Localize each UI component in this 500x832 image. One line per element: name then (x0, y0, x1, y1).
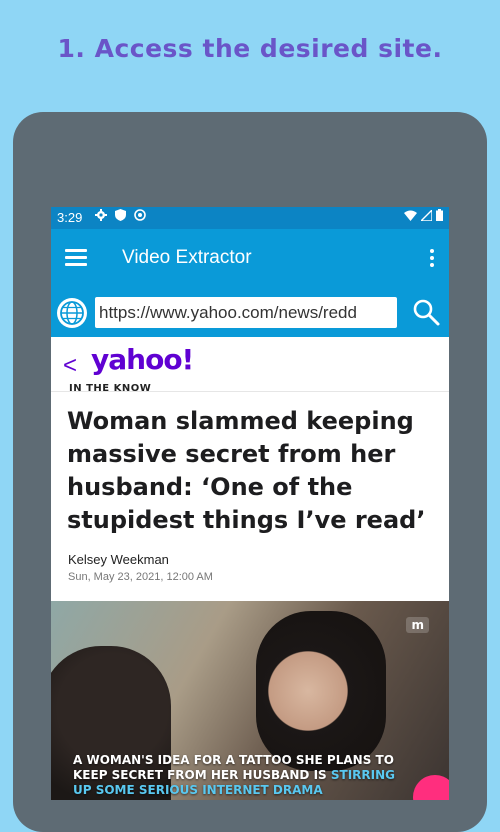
device-screen: 3:29 Video Extractor < yahoo! IN THE KNO… (51, 207, 449, 800)
article-date: Sun, May 23, 2021, 12:00 AM (68, 571, 213, 583)
floating-action-button[interactable] (413, 775, 449, 800)
article-title: Woman slammed keeping massive secret fro… (67, 407, 426, 534)
image-caption: A WOMAN'S IDEA FOR A TATTOO SHE PLANS TO… (73, 753, 403, 798)
shield-icon (115, 209, 126, 221)
image-person-right (256, 611, 386, 771)
battery-icon (436, 209, 443, 221)
more-vert-icon[interactable] (429, 249, 435, 269)
signal-icon (421, 209, 432, 221)
status-icons-right (404, 209, 443, 221)
hamburger-menu-icon[interactable] (65, 249, 87, 267)
yahoo-logo[interactable]: yahoo! (91, 343, 194, 376)
wifi-icon (404, 210, 417, 221)
app-title: Video Extractor (122, 247, 252, 268)
settings-icon (95, 209, 107, 221)
promo-headline: 1. Access the desired site. (57, 34, 443, 63)
sync-icon (134, 209, 146, 221)
article-kicker: IN THE KNOW (69, 383, 152, 394)
status-bar: 3:29 (51, 207, 449, 229)
url-input[interactable] (95, 297, 397, 328)
status-icons-left (95, 209, 146, 221)
globe-icon[interactable] (57, 298, 87, 328)
status-time: 3:29 (57, 210, 83, 225)
article-hero-image[interactable]: m A WOMAN'S IDEA FOR A TATTOO SHE PLANS … (51, 601, 449, 800)
app-bar: Video Extractor (51, 229, 449, 289)
back-chevron-icon[interactable]: < (63, 352, 77, 380)
url-bar (51, 289, 449, 337)
search-icon[interactable] (411, 297, 441, 327)
article-author[interactable]: Kelsey Weekman (68, 552, 169, 567)
image-watermark: m (406, 617, 429, 633)
